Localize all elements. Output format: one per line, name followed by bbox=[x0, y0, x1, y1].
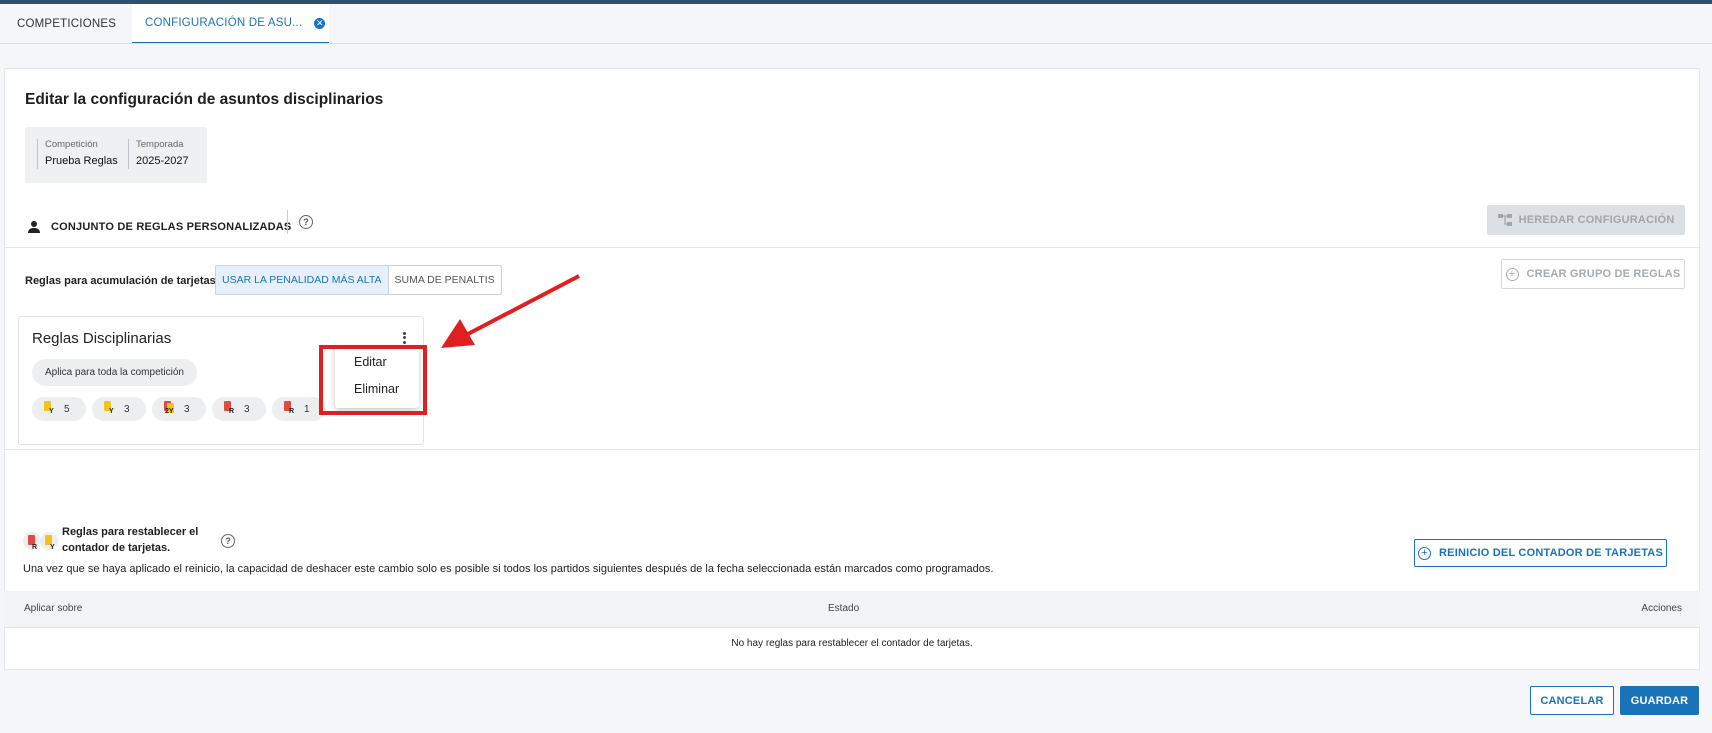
accumulation-label: Reglas para acumulación de tarjetas bbox=[25, 275, 216, 287]
red-card-icon: R bbox=[282, 400, 300, 418]
option-highest-penalty[interactable]: USAR LA PENALIDAD MÁS ALTA bbox=[216, 266, 389, 294]
double-yellow-card-icon: 2Y bbox=[162, 400, 180, 418]
card-count: 3 bbox=[244, 403, 250, 415]
card-chip-double-yellow: 2Y 3 bbox=[152, 397, 206, 421]
card-count: 5 bbox=[64, 403, 70, 415]
close-tab-icon[interactable]: ✕ bbox=[314, 17, 326, 29]
tab-configuracion-disciplinaria[interactable]: CONFIGURACIÓN DE ASU... ✕ bbox=[132, 4, 329, 44]
option-sum-penalties[interactable]: SUMA DE PENALTIS bbox=[389, 266, 501, 294]
hierarchy-icon bbox=[1497, 214, 1512, 226]
yellow-card-icon: Y bbox=[42, 400, 60, 418]
divider bbox=[5, 449, 1701, 450]
tab-competiciones[interactable]: COMPETICIONES bbox=[17, 4, 116, 44]
accumulation-toggle: USAR LA PENALIDAD MÁS ALTA SUMA DE PENAL… bbox=[215, 265, 502, 295]
card-chip-yellow: Y 5 bbox=[32, 397, 86, 421]
create-group-label: CREAR GRUPO DE REGLAS bbox=[1526, 268, 1681, 280]
rule-card-menu: Editar Eliminar bbox=[335, 346, 419, 408]
card-count: 1 bbox=[304, 403, 310, 415]
tab-divider bbox=[0, 43, 1712, 44]
svg-text:Y: Y bbox=[50, 544, 55, 551]
card-chips: Y 5 Y 3 2Y 3 R 3 R 1 bbox=[32, 397, 332, 421]
person-icon bbox=[28, 221, 40, 233]
reset-note: Una vez que se haya aplicado el reinicio… bbox=[23, 563, 994, 575]
page-title: Editar la configuración de asuntos disci… bbox=[25, 91, 384, 108]
scope-chip: Aplica para toda la competición bbox=[32, 359, 197, 386]
create-rule-group-button[interactable]: + CREAR GRUPO DE REGLAS bbox=[1501, 259, 1685, 289]
card-chip-yellow: Y 3 bbox=[92, 397, 146, 421]
help-icon[interactable]: ? bbox=[221, 534, 235, 548]
competition-value: Prueba Reglas bbox=[45, 155, 118, 167]
tab-bar: COMPETICIONES CONFIGURACIÓN DE ASU... ✕ bbox=[0, 4, 1712, 44]
season-label: Temporada bbox=[136, 139, 184, 150]
menu-item-edit[interactable]: Editar bbox=[354, 355, 387, 369]
plus-circle-icon: + bbox=[1505, 267, 1519, 281]
reset-button-label: REINICIO DEL CONTADOR DE TARJETAS bbox=[1439, 547, 1663, 559]
competition-label: Competición bbox=[45, 139, 98, 150]
menu-item-delete[interactable]: Eliminar bbox=[354, 382, 399, 396]
reset-counter-button[interactable]: + REINICIO DEL CONTADOR DE TARJETAS bbox=[1414, 539, 1667, 567]
cancel-button[interactable]: CANCELAR bbox=[1530, 686, 1614, 715]
tab-label: CONFIGURACIÓN DE ASU... bbox=[145, 17, 303, 29]
ruleset-text: CONJUNTO DE REGLAS PERSONALIZADAS bbox=[51, 221, 292, 233]
ruleset-label: CONJUNTO DE REGLAS PERSONALIZADAS bbox=[27, 215, 291, 239]
rule-card-title: Reglas Disciplinarias bbox=[32, 330, 172, 347]
svg-text:R: R bbox=[32, 544, 37, 551]
divider bbox=[5, 247, 1701, 248]
card-count: 3 bbox=[124, 403, 130, 415]
help-icon[interactable]: ? bbox=[299, 215, 313, 229]
yellow-card-icon: Y bbox=[102, 400, 120, 418]
main-card: Editar la configuración de asuntos disci… bbox=[4, 68, 1701, 670]
red-card-icon: R bbox=[222, 400, 240, 418]
card-count: 3 bbox=[184, 403, 190, 415]
season-field: Temporada 2025-2027 bbox=[128, 139, 189, 169]
plus-circle-icon: + bbox=[1418, 546, 1432, 560]
season-value: 2025-2027 bbox=[136, 155, 189, 167]
card-chip-red: R 1 bbox=[272, 397, 326, 421]
competition-field: Competición Prueba Reglas bbox=[37, 139, 118, 169]
vertical-divider bbox=[287, 210, 288, 234]
inherit-config-button[interactable]: HEREDAR CONFIGURACIÓN bbox=[1487, 205, 1685, 235]
more-options-icon[interactable] bbox=[401, 330, 407, 346]
reset-rules-title: Reglas para restablecer el contador de t… bbox=[62, 526, 199, 554]
card-reset-icon: R Y bbox=[23, 532, 58, 551]
inherit-button-label: HEREDAR CONFIGURACIÓN bbox=[1518, 214, 1675, 226]
card-chip-red: R 3 bbox=[212, 397, 266, 421]
competition-meta: Competición Prueba Reglas Temporada 2025… bbox=[25, 127, 207, 183]
save-button[interactable]: GUARDAR bbox=[1620, 686, 1699, 715]
